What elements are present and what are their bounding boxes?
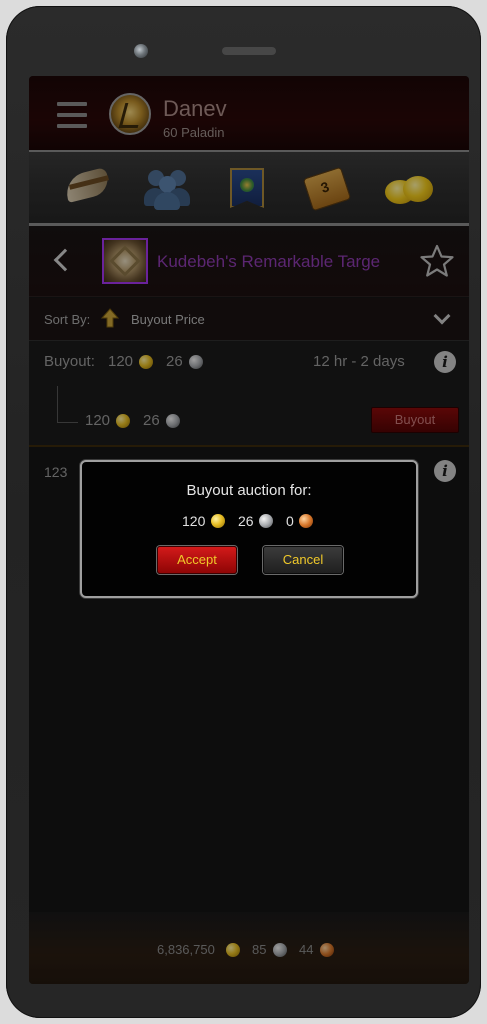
copper-coin-icon <box>299 514 313 528</box>
dialog-silver-value: 26 <box>238 513 254 529</box>
silver-coin-icon <box>259 514 273 528</box>
accept-button[interactable]: Accept <box>157 546 237 574</box>
gold-coin-icon <box>211 514 225 528</box>
dialog-title: Buyout auction for: <box>186 482 312 499</box>
buyout-confirm-dialog: Buyout auction for: 120 26 0 Accept Canc… <box>80 460 418 598</box>
dialog-gold-value: 120 <box>182 513 206 529</box>
phone-frame: Danev 60 Paladin 3 Kudebeh's Remarkable … <box>6 6 481 1018</box>
speaker-grille <box>222 47 276 55</box>
cancel-button[interactable]: Cancel <box>263 546 343 574</box>
camera-icon <box>134 44 148 58</box>
app-screen: Danev 60 Paladin 3 Kudebeh's Remarkable … <box>29 76 469 984</box>
dialog-copper-value: 0 <box>286 513 294 529</box>
